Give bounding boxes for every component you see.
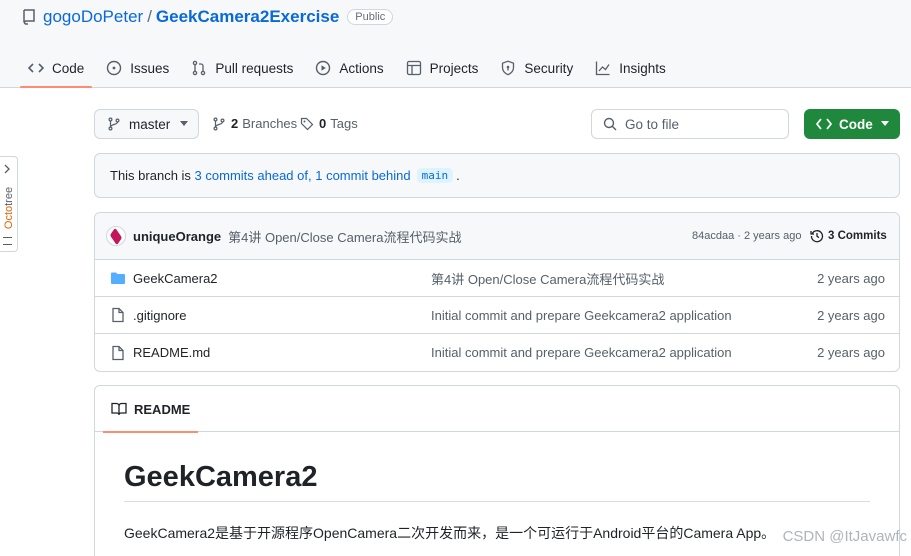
tab-insights-label: Insights — [619, 60, 666, 76]
notice-prefix: This branch is — [110, 168, 191, 183]
visibility-badge: Public — [347, 9, 394, 25]
tab-projects[interactable]: Projects — [398, 50, 487, 86]
tab-pull-requests-label: Pull requests — [215, 60, 294, 76]
file-commit-message-link[interactable]: 第4讲 Open/Close Camera流程代码实战 — [431, 269, 664, 288]
repo-nav-tabs: Code Issues Pull requests Actions Projec… — [20, 50, 680, 88]
readme-heading: GeekCamera2 — [124, 461, 870, 502]
code-icon — [28, 63, 44, 73]
repo-icon — [23, 9, 35, 25]
tab-readme[interactable]: README — [103, 386, 199, 433]
branch-status-notice: This branch is 3 commits ahead of, 1 com… — [94, 153, 900, 198]
tag-icon — [300, 117, 314, 130]
commits-history-link[interactable]: 3 Commits — [810, 229, 887, 243]
table-icon — [406, 60, 421, 76]
table-row[interactable]: GeekCamera2 第4讲 Open/Close Camera流程代码实战 … — [95, 260, 899, 297]
branch-select-button[interactable]: master — [94, 109, 199, 139]
chevron-right-icon — [4, 164, 10, 174]
pull-request-icon — [193, 60, 206, 76]
commit-meta[interactable]: 84acdaa · 2 years ago — [692, 230, 801, 242]
branch-name: master — [129, 116, 171, 132]
code-icon — [816, 118, 832, 130]
table-row[interactable]: README.md Initial commit and prepare Gee… — [95, 334, 899, 371]
file-name-link[interactable]: README.md — [133, 345, 210, 360]
file-commit-message-link[interactable]: Initial commit and prepare Geekcamera2 a… — [431, 308, 732, 323]
readme-paragraph: GeekCamera2是基于开源程序OpenCamera二次开发而来，是一个可运… — [124, 525, 776, 541]
tab-projects-label: Projects — [429, 60, 479, 76]
branches-count: 2 — [231, 116, 239, 131]
branches-label: Branches — [242, 116, 298, 131]
readme-tab-label: README — [134, 401, 191, 417]
caret-down-icon — [180, 121, 189, 126]
tab-insights[interactable]: Insights — [587, 50, 674, 86]
octotree-label-b: tree — [3, 186, 15, 206]
readme-tabbar: README — [95, 386, 899, 433]
branches-link[interactable]: 2 Branches — [212, 116, 297, 131]
file-age: 2 years ago — [817, 270, 885, 286]
book-icon — [111, 402, 127, 416]
go-to-file-placeholder: Go to file — [625, 116, 680, 132]
tab-issues-label: Issues — [130, 60, 170, 76]
commits-count-label: 3 Commits — [828, 230, 887, 242]
avatar[interactable] — [106, 226, 126, 246]
search-icon — [603, 117, 617, 131]
tab-code-label: Code — [52, 60, 85, 76]
code-dropdown-button[interactable]: Code — [804, 109, 900, 139]
latest-commit-row: uniqueOrange 第4讲 Open/Close Camera流程代码实战… — [95, 213, 899, 260]
tab-actions[interactable]: Actions — [307, 50, 391, 86]
octotree-label-a: Octo — [3, 205, 15, 230]
tags-link[interactable]: 0 Tags — [300, 116, 358, 131]
file-table: uniqueOrange 第4讲 Open/Close Camera流程代码实战… — [94, 212, 900, 372]
repo-separator: / — [147, 7, 152, 26]
commit-message-link[interactable]: 第4讲 Open/Close Camera流程代码实战 — [228, 227, 461, 246]
octotree-toggle[interactable]: Octotree — [0, 156, 18, 252]
file-age: 2 years ago — [817, 307, 885, 323]
octotree-label: Octotree — [3, 178, 15, 238]
tab-issues[interactable]: Issues — [98, 50, 177, 86]
repo-owner-link[interactable]: gogoDoPeter — [43, 7, 143, 27]
tags-count: 0 — [319, 116, 327, 131]
repo-name-link[interactable]: GeekCamera2Exercise — [156, 7, 339, 27]
grip-icon — [3, 237, 12, 245]
play-icon — [316, 60, 331, 76]
commits-ahead-link[interactable]: 3 commits ahead of, — [195, 168, 312, 183]
file-age: 2 years ago — [817, 345, 885, 360]
notice-suffix: . — [456, 168, 460, 183]
history-icon — [810, 230, 824, 243]
tab-code[interactable]: Code — [20, 50, 93, 88]
folder-icon — [111, 272, 125, 284]
file-commit-message-link[interactable]: Initial commit and prepare Geekcamera2 a… — [431, 345, 732, 360]
graph-icon — [596, 61, 610, 76]
repo-header: gogoDoPeter / GeekCamera2Exercise Public… — [0, 0, 911, 88]
tab-actions-label: Actions — [339, 60, 384, 76]
issue-icon — [107, 60, 122, 76]
code-button-label: Code — [839, 116, 873, 132]
base-branch-chip: main — [416, 168, 454, 183]
watermark: CSDN @ItJavawfc — [782, 528, 907, 545]
commits-behind-link[interactable]: 1 commit behind — [315, 168, 410, 183]
branch-icon — [213, 117, 225, 131]
file-icon — [112, 345, 124, 360]
commit-author-link[interactable]: uniqueOrange — [133, 229, 221, 244]
branch-icon — [108, 117, 120, 131]
readme-panel: README GeekCamera2 GeekCamera2是基于开源程序Ope… — [94, 385, 900, 556]
table-row[interactable]: .gitignore Initial commit and prepare Ge… — [95, 297, 899, 334]
tab-security[interactable]: Security — [492, 50, 581, 86]
file-name-link[interactable]: .gitignore — [133, 308, 186, 323]
caret-down-icon — [880, 121, 889, 126]
shield-icon — [502, 60, 515, 76]
repo-title: gogoDoPeter / GeekCamera2Exercise Public — [22, 7, 394, 27]
file-name-link[interactable]: GeekCamera2 — [133, 271, 218, 286]
tab-pull-requests[interactable]: Pull requests — [183, 50, 301, 86]
tags-label: Tags — [330, 116, 358, 131]
file-icon — [112, 307, 124, 323]
go-to-file-input[interactable]: Go to file — [591, 109, 789, 139]
tab-security-label: Security — [524, 60, 574, 76]
